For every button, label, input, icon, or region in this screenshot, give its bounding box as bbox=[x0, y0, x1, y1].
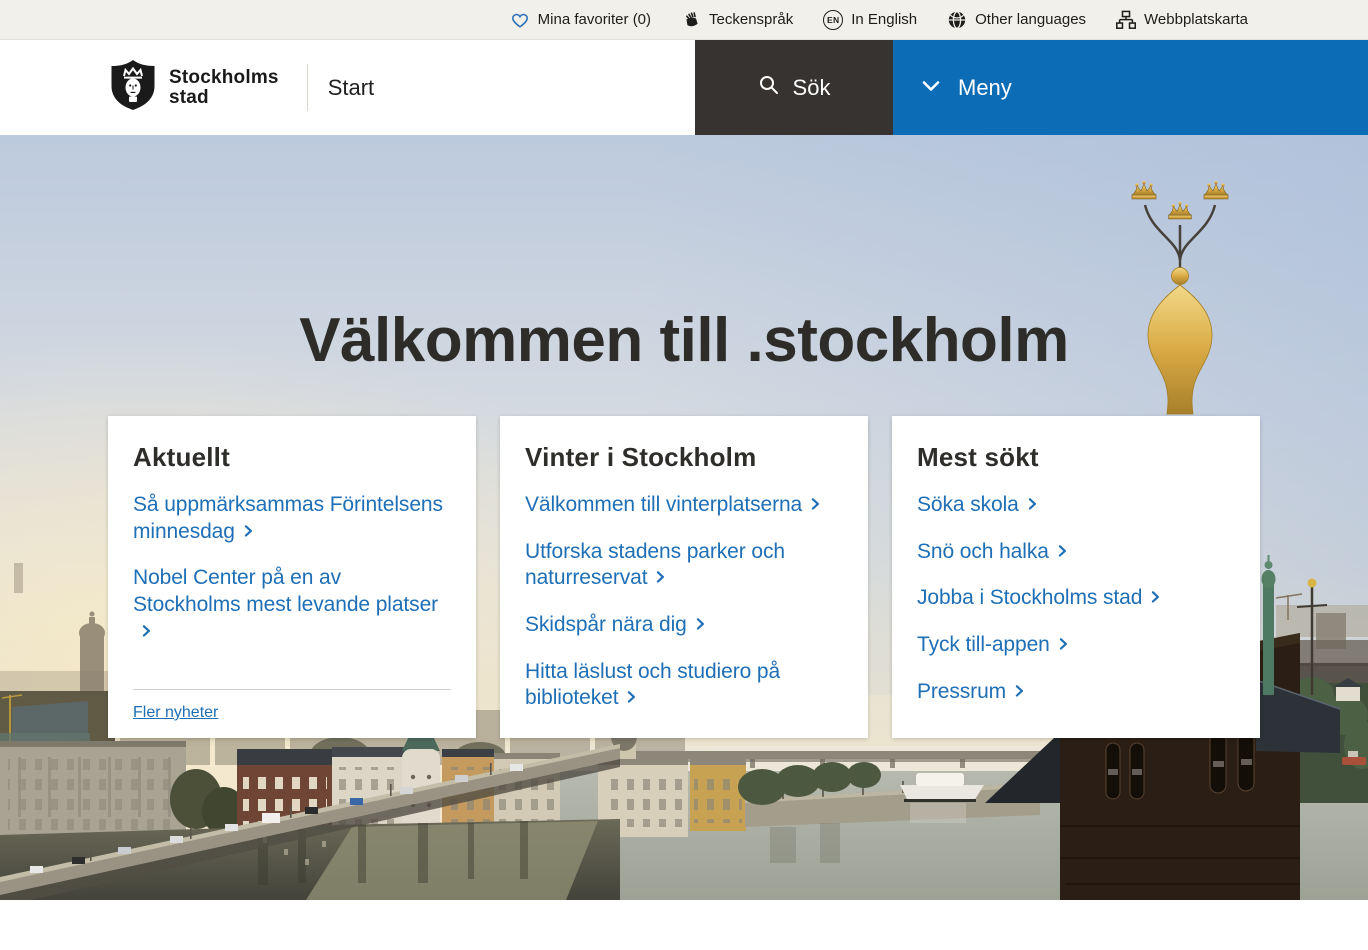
favorites-label: Mina favoriter (0) bbox=[538, 11, 651, 28]
menu-label: Meny bbox=[958, 75, 1012, 101]
link-tyck-till-appen[interactable]: Tyck till-appen bbox=[917, 632, 1235, 659]
menu-button[interactable]: Meny bbox=[893, 40, 1368, 135]
card-aktuellt: Aktuellt Så uppmärksammas Förintelsens m… bbox=[108, 416, 476, 738]
chevron-right-icon bbox=[1013, 679, 1025, 706]
link-jobba[interactable]: Jobba i Stockholms stad bbox=[917, 585, 1235, 612]
link-vinterplatserna[interactable]: Välkommen till vinterplatserna bbox=[525, 492, 843, 519]
logo-text: Stockholms stad bbox=[169, 68, 279, 107]
card-title: Aktuellt bbox=[133, 442, 451, 473]
chevron-right-icon bbox=[1057, 632, 1069, 659]
sign-language-label: Teckenspråk bbox=[709, 11, 793, 28]
in-english-label: In English bbox=[851, 11, 917, 28]
chevron-right-icon bbox=[654, 565, 666, 592]
breadcrumb-start[interactable]: Start bbox=[328, 75, 695, 101]
link-skidspar[interactable]: Skidspår nära dig bbox=[525, 612, 843, 639]
globe-icon bbox=[947, 10, 967, 30]
chevron-right-icon bbox=[1149, 585, 1161, 612]
sign-language-icon bbox=[681, 10, 701, 30]
sitemap-icon bbox=[1116, 10, 1136, 30]
card-title: Vinter i Stockholm bbox=[525, 442, 843, 473]
header-divider bbox=[307, 64, 308, 111]
sitemap-label: Webbplatskarta bbox=[1144, 11, 1248, 28]
other-languages-label: Other languages bbox=[975, 11, 1086, 28]
chevron-down-icon bbox=[921, 75, 941, 101]
sign-language-link[interactable]: Teckenspråk bbox=[681, 10, 793, 30]
chevron-right-icon bbox=[694, 612, 706, 639]
favorites-link[interactable]: Mina favoriter (0) bbox=[510, 11, 651, 29]
header: Stockholms stad Start Sök Meny bbox=[0, 40, 1368, 135]
link-biblioteket[interactable]: Hitta läslust och studiero på biblioteke… bbox=[525, 659, 843, 712]
chevron-right-icon bbox=[809, 492, 821, 519]
stockholm-logo[interactable]: Stockholms stad bbox=[110, 40, 279, 135]
card-title: Mest sökt bbox=[917, 442, 1235, 473]
stockholm-crest-icon bbox=[110, 59, 156, 116]
chevron-right-icon bbox=[1056, 539, 1068, 566]
search-label: Sök bbox=[793, 75, 831, 101]
chevron-right-icon bbox=[1026, 492, 1038, 519]
search-button[interactable]: Sök bbox=[695, 40, 893, 135]
more-news-link[interactable]: Fler nyheter bbox=[133, 704, 218, 722]
in-english-link[interactable]: EN In English bbox=[823, 10, 917, 30]
card-mest-sokt: Mest sökt Söka skola Snö och halka Jobba… bbox=[892, 416, 1260, 738]
link-soka-skola[interactable]: Söka skola bbox=[917, 492, 1235, 519]
chevron-right-icon bbox=[242, 519, 254, 546]
hero: Välkommen till .stockholm Aktuellt Så up… bbox=[0, 135, 1368, 900]
heart-icon bbox=[510, 11, 530, 29]
other-languages-link[interactable]: Other languages bbox=[947, 10, 1086, 30]
link-parker-naturreservat[interactable]: Utforska stadens parker och naturreserva… bbox=[525, 539, 843, 592]
chevron-right-icon bbox=[625, 685, 637, 712]
chevron-right-icon bbox=[140, 619, 152, 646]
search-icon bbox=[758, 74, 780, 102]
link-sno-och-halka[interactable]: Snö och halka bbox=[917, 539, 1235, 566]
en-circle-icon: EN bbox=[823, 10, 843, 30]
topbar: Mina favoriter (0) Teckenspråk EN In Eng… bbox=[0, 0, 1368, 40]
card-divider bbox=[133, 689, 451, 690]
news-link-nobel-center[interactable]: Nobel Center på en av Stockholms mest le… bbox=[133, 565, 451, 645]
hero-title: Välkommen till .stockholm bbox=[0, 305, 1368, 376]
cards-row: Aktuellt Så uppmärksammas Förintelsens m… bbox=[108, 416, 1260, 738]
link-pressrum[interactable]: Pressrum bbox=[917, 679, 1235, 706]
sitemap-link[interactable]: Webbplatskarta bbox=[1116, 10, 1248, 30]
news-link-forintelsens[interactable]: Så uppmärksammas Förintelsens minnesdag bbox=[133, 492, 451, 545]
card-vinter-i-stockholm: Vinter i Stockholm Välkommen till vinter… bbox=[500, 416, 868, 738]
